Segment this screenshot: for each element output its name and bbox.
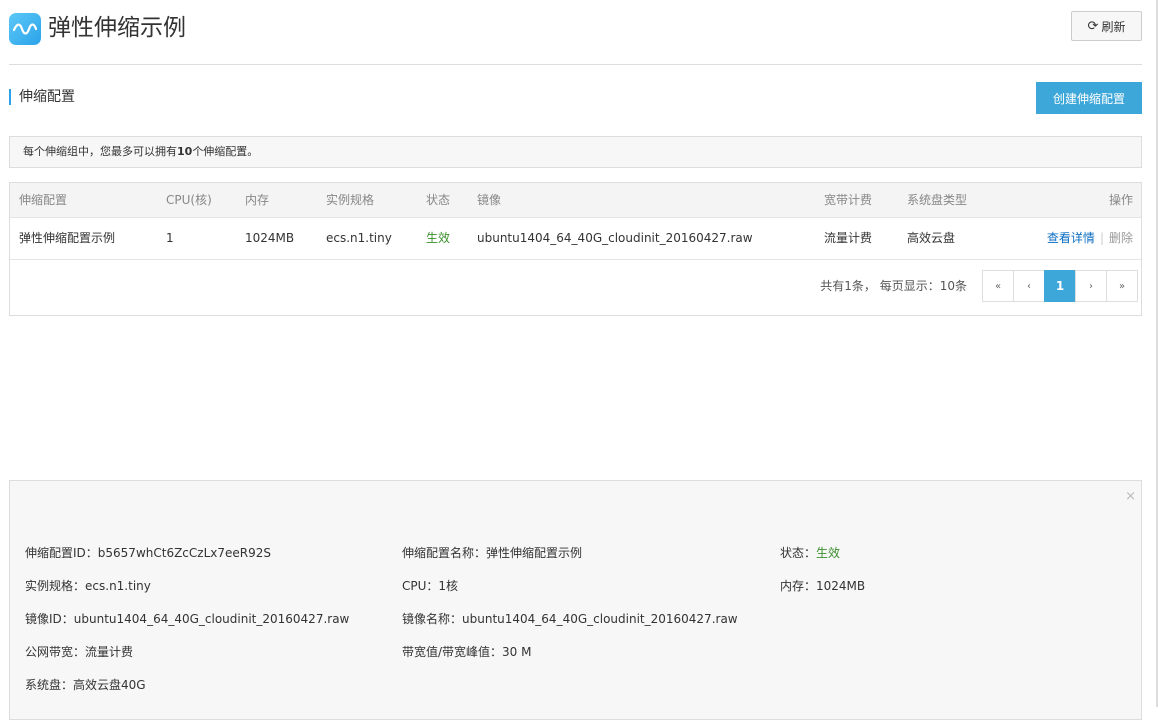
col-header-disk: 系统盘类型 [907,193,968,207]
row-status: 生效 [426,231,451,245]
prev-page-button[interactable]: ‹ [1013,270,1045,302]
table-header: 伸缩配置 CPU(核) 内存 实例规格 状态 镜像 宽带计费 系统盘类型 操作 [10,183,1141,218]
row-cpu: 1 [166,231,174,245]
notice-prefix: 每个伸缩组中，您最多可以拥有 [23,145,177,158]
row-name: 弹性伸缩配置示例 [19,231,116,245]
detail-panel: × 伸缩配置ID：b5657whCt6ZcCzLx7eeR92S 伸缩配置名称：… [9,480,1142,720]
col-header-actions: 操作 [1108,193,1133,207]
row-memory: 1024MB [245,231,295,245]
detail-label: 伸缩配置ID： [25,546,98,560]
detail-value: 30 M [502,645,532,659]
config-table: 伸缩配置 CPU(核) 内存 实例规格 状态 镜像 宽带计费 系统盘类型 操作 … [9,182,1142,316]
page-header: 弹性伸缩示例 ⟳ 刷新 [9,10,1142,50]
row-disk: 高效云盘 [907,231,956,245]
page-title: 弹性伸缩示例 [48,15,186,41]
detail-value: 1核 [438,579,459,593]
app-logo-icon [9,13,41,45]
col-header-spec: 实例规格 [326,193,375,207]
detail-label: 内存： [780,579,817,593]
view-details-link[interactable]: 查看详情 [1047,231,1095,245]
header-divider [9,64,1142,65]
refresh-icon: ⟳ [1087,18,1099,34]
detail-value: ubuntu1404_64_40G_cloudinit_20160427.raw [73,612,350,626]
row-actions: 查看详情 | 删除 [1047,217,1133,259]
detail-peak: 带宽值/带宽峰值：30 M [402,643,531,660]
detail-image-name: 镜像名称：ubuntu1404_64_40G_cloudinit_2016042… [402,610,738,627]
detail-value: 流量计费 [85,645,134,659]
table-row: 弹性伸缩配置示例 1 1024MB ecs.n1.tiny 生效 ubuntu1… [10,217,1141,260]
detail-label: CPU： [402,579,439,593]
col-header-image: 镜像 [477,193,502,207]
col-header-memory: 内存 [245,193,270,207]
section-title: 伸缩配置 [9,89,75,105]
row-billing: 流量计费 [824,231,873,245]
detail-value: b5657whCt6ZcCzLx7eeR92S [97,546,271,560]
detail-bandwidth: 公网带宽：流量计费 [25,643,133,660]
detail-value: 高效云盘40G [73,678,146,692]
next-page-button[interactable]: › [1075,270,1107,302]
col-header-billing: 宽带计费 [824,193,873,207]
last-page-button[interactable]: » [1106,270,1138,302]
delete-link[interactable]: 删除 [1109,231,1133,245]
col-header-status: 状态 [426,193,451,207]
refresh-label: 刷新 [1101,19,1126,34]
notice-count: 10 [177,145,193,158]
row-spec: ecs.n1.tiny [326,231,392,245]
detail-label: 系统盘： [25,678,74,692]
first-page-button[interactable]: « [982,270,1014,302]
detail-memory: 内存：1024MB [780,577,865,594]
detail-status: 状态：生效 [780,544,840,561]
detail-config-name: 伸缩配置名称：弹性伸缩配置示例 [402,544,582,561]
col-header-name: 伸缩配置 [19,193,68,207]
detail-spec: 实例规格：ecs.n1.tiny [25,577,151,594]
detail-label: 带宽值/带宽峰值： [402,645,503,659]
action-separator: | [1099,231,1104,245]
pager-info: 共有1条， 每页显示：10条 [820,279,967,293]
col-header-cpu: CPU(核) [166,193,212,207]
detail-value: 生效 [816,546,841,560]
pagination: « ‹ 1 › » [982,270,1138,302]
detail-label: 公网带宽： [25,645,86,659]
close-icon[interactable]: × [1125,489,1136,504]
detail-label: 实例规格： [25,579,86,593]
detail-value: ecs.n1.tiny [85,579,151,593]
detail-value: ubuntu1404_64_40G_cloudinit_20160427.raw [462,612,738,626]
detail-cpu: CPU：1核 [402,577,458,594]
detail-label: 镜像ID： [25,612,74,626]
detail-label: 伸缩配置名称： [402,546,487,560]
detail-value: 弹性伸缩配置示例 [486,546,583,560]
detail-label: 镜像名称： [402,612,463,626]
detail-image-id: 镜像ID：ubuntu1404_64_40G_cloudinit_2016042… [25,610,349,627]
detail-disk: 系统盘：高效云盘40G [25,676,146,693]
row-image: ubuntu1404_64_40G_cloudinit_20160427.raw [477,231,753,245]
detail-config-id: 伸缩配置ID：b5657whCt6ZcCzLx7eeR92S [25,544,271,561]
detail-label: 状态： [780,546,817,560]
notice-suffix: 个伸缩配置。 [192,145,259,158]
limit-notice: 每个伸缩组中，您最多可以拥有10个伸缩配置。 [9,136,1142,168]
create-config-button[interactable]: 创建伸缩配置 [1036,82,1142,114]
refresh-button[interactable]: ⟳ 刷新 [1071,11,1142,41]
page-1-button[interactable]: 1 [1044,270,1076,302]
detail-value: 1024MB [816,579,866,593]
